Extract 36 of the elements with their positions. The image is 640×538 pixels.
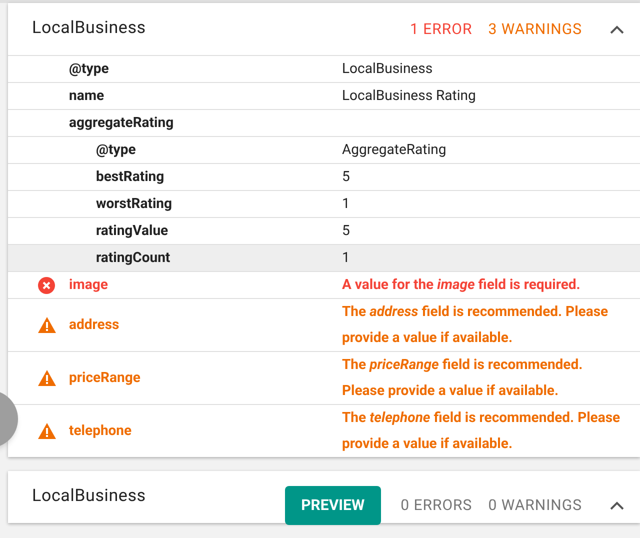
property-name: ratingCount [96, 248, 172, 268]
issue-message: The priceRange field is recommended. Please provide a value if available. [342, 356, 584, 401]
property-value: 5 [342, 222, 350, 240]
property-name: @type [96, 140, 137, 160]
property-name: ratingValue [96, 222, 170, 240]
issue-field: image [69, 274, 342, 296]
card-title: LocalBusiness [32, 17, 147, 40]
issue-field: address [69, 314, 342, 336]
warning-icon [38, 317, 56, 333]
property-name: worstRating [96, 194, 173, 214]
issue-field: telephone [69, 420, 342, 442]
property-name: name [69, 86, 106, 106]
card-title: LocalBusiness [32, 485, 147, 508]
property-value: LocalBusiness Rating [342, 86, 476, 106]
issue-message: A value for the image field is required. [342, 276, 582, 295]
property-value: 5 [342, 168, 350, 186]
property-name: bestRating [96, 168, 166, 186]
issue-field: priceRange [69, 368, 342, 388]
preview-button[interactable]: PREVIEW [285, 486, 381, 524]
warning-count: 0 WARNINGS [488, 494, 582, 516]
issue-message: The address field is recommended. Please provide a value if available. [342, 303, 610, 348]
property-value: AggregateRating [342, 140, 446, 160]
property-value: 1 [342, 248, 350, 268]
chevron-up-icon [610, 25, 624, 34]
error-count: 1 ERROR [410, 18, 472, 40]
chevron-up-icon [610, 501, 624, 510]
error-count: 0 ERRORS [400, 494, 472, 516]
property-value: LocalBusiness [342, 60, 433, 78]
property-value: 1 [342, 194, 350, 214]
error-icon [38, 276, 55, 294]
warning-count: 3 WARNINGS [488, 18, 582, 40]
issue-message: The telephone field is recommended. Please provide a value if available. [342, 409, 622, 454]
property-name: @type [69, 60, 110, 78]
warning-icon [38, 423, 56, 439]
warning-icon [38, 370, 56, 386]
property-name: aggregateRating [69, 114, 175, 132]
